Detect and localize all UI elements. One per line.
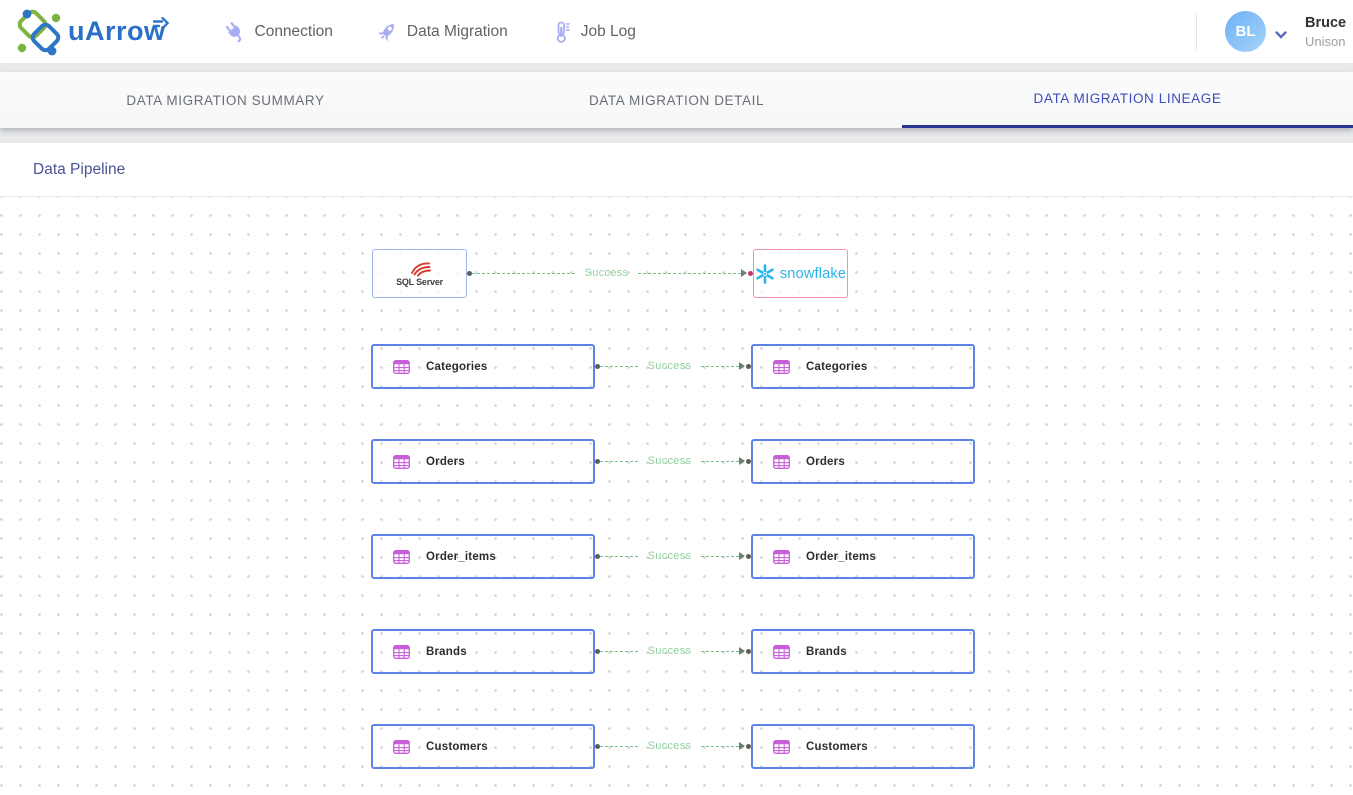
edge-arrowhead-icon	[741, 269, 747, 277]
lineage-canvas[interactable]: SQL Server Success snowflake	[0, 197, 1353, 795]
edge-line	[600, 746, 638, 747]
edge-arrowhead-icon	[739, 552, 745, 560]
table-node-label: Brands	[426, 646, 467, 658]
user-org: Unison	[1305, 34, 1353, 49]
edge-line	[701, 746, 739, 747]
table-node-label: Order_items	[806, 551, 876, 563]
uarrow-logo-icon	[14, 7, 64, 57]
header-separator	[0, 63, 1353, 72]
table-node-target-orders[interactable]: Orders	[751, 439, 975, 484]
table-node-target-brands[interactable]: Brands	[751, 629, 975, 674]
nav-item-job-log[interactable]: Job Log	[552, 21, 636, 43]
sqlserver-logo-icon	[408, 260, 432, 277]
edge-line	[701, 366, 739, 367]
edge-categories: Success	[595, 359, 751, 373]
table-node-source-customers[interactable]: Customers	[371, 724, 595, 769]
table-node-label: Customers	[806, 741, 868, 753]
header-user-area: BL Bruce Unison	[1196, 11, 1353, 52]
edge-line	[701, 461, 739, 462]
table-node-label: Brands	[806, 646, 847, 658]
nav-label: Data Migration	[407, 23, 508, 41]
target-system-label: snowflake	[780, 266, 846, 282]
table-icon	[393, 360, 410, 374]
tab-bar: DATA MIGRATION SUMMARY DATA MIGRATION DE…	[0, 72, 1353, 128]
tab-data-migration-summary[interactable]: DATA MIGRATION SUMMARY	[0, 72, 451, 128]
edge-line	[638, 273, 741, 274]
table-node-label: Order_items	[426, 551, 496, 563]
nav-item-connection[interactable]: Connection	[224, 21, 333, 43]
edge-system: Success	[467, 266, 753, 280]
tab-separator	[0, 128, 1353, 143]
edge-line	[600, 366, 638, 367]
snowflake-logo-icon	[755, 264, 775, 284]
edge-arrowhead-icon	[739, 742, 745, 750]
edge-status-label: Success	[648, 645, 692, 657]
edge-orders: Success	[595, 454, 751, 468]
table-node-target-categories[interactable]: Categories	[751, 344, 975, 389]
thermometer-icon	[552, 21, 572, 43]
source-system-label: SQL Server	[396, 278, 443, 287]
table-icon	[773, 360, 790, 374]
table-node-target-order-items[interactable]: Order_items	[751, 534, 975, 579]
edge-status-label: Success	[648, 455, 692, 467]
table-icon	[773, 645, 790, 659]
edge-order-items: Success	[595, 549, 751, 563]
table-icon	[773, 740, 790, 754]
edge-line	[600, 461, 638, 462]
table-node-source-categories[interactable]: Categories	[371, 344, 595, 389]
edge-line	[600, 651, 638, 652]
source-system-node-sqlserver[interactable]: SQL Server	[372, 249, 467, 298]
table-icon	[773, 550, 790, 564]
table-node-source-brands[interactable]: Brands	[371, 629, 595, 674]
table-icon	[393, 645, 410, 659]
logo-arrow-icon	[153, 6, 170, 37]
target-system-node-snowflake[interactable]: snowflake	[753, 249, 848, 298]
page-title: Data Pipeline	[33, 161, 125, 179]
edge-status-label: Success	[648, 740, 692, 752]
tab-data-migration-detail[interactable]: DATA MIGRATION DETAIL	[451, 72, 902, 128]
edge-line	[701, 651, 739, 652]
table-node-label: Categories	[806, 361, 867, 373]
table-node-label: Customers	[426, 741, 488, 753]
edge-status-label: Success	[648, 550, 692, 562]
edge-arrowhead-icon	[739, 647, 745, 655]
rocket-icon	[377, 21, 398, 42]
nav-item-data-migration[interactable]: Data Migration	[377, 21, 508, 42]
edge-arrowhead-icon	[739, 457, 745, 465]
main-nav: Connection Data Migration	[224, 21, 636, 43]
table-node-source-orders[interactable]: Orders	[371, 439, 595, 484]
table-node-label: Categories	[426, 361, 487, 373]
edge-customers: Success	[595, 739, 751, 753]
table-icon	[393, 455, 410, 469]
table-icon	[393, 740, 410, 754]
tab-data-migration-lineage[interactable]: DATA MIGRATION LINEAGE	[902, 72, 1353, 128]
table-node-label: Orders	[806, 456, 845, 468]
edge-line	[472, 273, 575, 274]
edge-brands: Success	[595, 644, 751, 658]
table-node-source-order-items[interactable]: Order_items	[371, 534, 595, 579]
edge-status-label: Success	[648, 360, 692, 372]
plug-icon	[224, 21, 246, 43]
user-name: Bruce	[1305, 15, 1353, 31]
section-header: Data Pipeline	[0, 143, 1353, 197]
user-info: Bruce Unison	[1305, 15, 1353, 49]
edge-arrowhead-icon	[739, 362, 745, 370]
app-logo: uArrow	[14, 7, 166, 57]
edge-status-label: Success	[585, 267, 629, 279]
table-icon	[393, 550, 410, 564]
nav-label: Job Log	[581, 23, 636, 41]
edge-line	[600, 556, 638, 557]
chevron-down-icon[interactable]	[1275, 31, 1287, 39]
table-node-label: Orders	[426, 456, 465, 468]
logo-text: uArrow	[68, 16, 166, 47]
table-icon	[773, 455, 790, 469]
app-header: uArrow Connection	[0, 0, 1353, 63]
table-node-target-customers[interactable]: Customers	[751, 724, 975, 769]
avatar[interactable]: BL	[1225, 11, 1266, 52]
header-divider	[1196, 13, 1197, 51]
nav-label: Connection	[255, 23, 333, 41]
edge-line	[701, 556, 739, 557]
